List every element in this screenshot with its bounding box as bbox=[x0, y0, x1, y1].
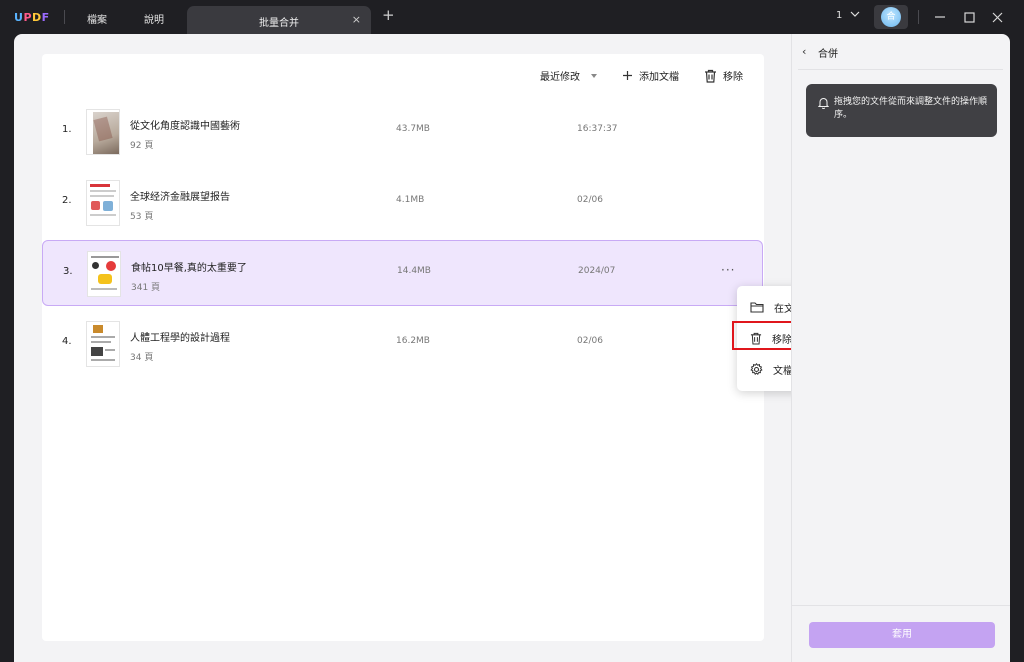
trash-icon bbox=[705, 69, 716, 83]
row-index: 1. bbox=[62, 124, 72, 135]
minimize-icon[interactable] bbox=[934, 12, 946, 22]
add-file-button[interactable]: 添加文檔 bbox=[622, 68, 679, 83]
remove-button[interactable]: 移除 bbox=[704, 68, 743, 83]
file-title: 食帖10早餐,真的太重要了 bbox=[131, 263, 247, 274]
close-icon[interactable] bbox=[992, 12, 1003, 23]
side-header: ‹ 合併 bbox=[798, 34, 1003, 70]
page-count-dropdown[interactable]: 1 bbox=[836, 10, 860, 21]
window-edge bbox=[1010, 34, 1024, 662]
account-button[interactable]: 合 bbox=[874, 5, 908, 29]
merge-side-panel: ‹ 合併 拖拽您的文件從而來調整文件的操作順序。 套用 bbox=[791, 34, 1011, 662]
file-row[interactable]: 2. 全球经济金融展望报告 53 頁 4.1MB 02/06 bbox=[42, 170, 763, 236]
sort-label: 最近修改 bbox=[540, 72, 580, 83]
plus-icon bbox=[623, 71, 632, 80]
tip-text: 拖拽您的文件從而來調整文件的操作順序。 bbox=[834, 97, 988, 120]
page-count-value: 1 bbox=[836, 10, 843, 21]
apply-button[interactable]: 套用 bbox=[809, 622, 995, 648]
divider bbox=[792, 605, 1011, 606]
side-title: 合併 bbox=[818, 49, 838, 60]
tab-label: 批量合并 bbox=[259, 18, 299, 29]
title-bar: UPDF 檔案 說明 批量合并 × + 1 合 bbox=[0, 0, 1024, 34]
file-date: 2024/07 bbox=[578, 266, 616, 276]
row-index: 2. bbox=[62, 195, 72, 206]
add-file-label: 添加文檔 bbox=[639, 72, 679, 83]
main-area: 最近修改 添加文檔 移除 1. 從文化角度認識中國藝術 92 頁 43.7MB … bbox=[14, 34, 791, 662]
file-date: 02/06 bbox=[577, 195, 603, 205]
tab-batch-merge[interactable]: 批量合并 × bbox=[187, 6, 371, 34]
file-pages: 92 頁 bbox=[130, 141, 154, 151]
file-size: 16.2MB bbox=[396, 336, 430, 346]
back-icon[interactable]: ‹ bbox=[802, 45, 806, 58]
file-title: 人體工程學的設計過程 bbox=[130, 333, 230, 344]
file-size: 14.4MB bbox=[397, 266, 431, 276]
file-title: 從文化角度認識中國藝術 bbox=[130, 121, 240, 132]
file-size: 43.7MB bbox=[396, 124, 430, 134]
avatar: 合 bbox=[881, 7, 901, 27]
file-date: 02/06 bbox=[577, 336, 603, 346]
file-title: 全球经济金融展望报告 bbox=[130, 192, 230, 203]
file-thumbnail bbox=[86, 321, 120, 367]
chevron-down-icon bbox=[850, 11, 859, 17]
tab-close-icon[interactable]: × bbox=[352, 13, 361, 26]
file-pages: 341 頁 bbox=[131, 283, 161, 293]
divider bbox=[918, 10, 919, 24]
file-size: 4.1MB bbox=[396, 195, 425, 205]
updf-logo: UPDF bbox=[14, 11, 50, 24]
file-thumbnail bbox=[86, 109, 120, 155]
more-options-icon[interactable]: ··· bbox=[721, 263, 735, 277]
file-pages: 34 頁 bbox=[130, 353, 154, 363]
bell-icon bbox=[818, 98, 829, 109]
file-row-selected[interactable]: 3. 食帖10早餐,真的太重要了 341 頁 14.4MB 2024/07 ··… bbox=[42, 240, 763, 306]
tip-box: 拖拽您的文件從而來調整文件的操作順序。 bbox=[806, 84, 997, 137]
caret-down-icon bbox=[591, 73, 597, 78]
row-index: 3. bbox=[63, 266, 73, 277]
divider bbox=[64, 10, 65, 24]
maximize-icon[interactable] bbox=[964, 12, 975, 23]
menu-help[interactable]: 說明 bbox=[144, 11, 164, 26]
row-index: 4. bbox=[62, 336, 72, 347]
file-thumbnail bbox=[87, 251, 121, 297]
file-date: 16:37:37 bbox=[577, 124, 618, 134]
add-tab-button[interactable]: + bbox=[382, 8, 395, 23]
file-thumbnail bbox=[86, 180, 120, 226]
folder-icon bbox=[750, 302, 764, 313]
menu-file[interactable]: 檔案 bbox=[87, 11, 107, 26]
gear-icon bbox=[750, 362, 763, 375]
file-row[interactable]: 1. 從文化角度認識中國藝術 92 頁 43.7MB 16:37:37 bbox=[42, 99, 763, 165]
file-row[interactable]: 4. 人體工程學的設計過程 34 頁 16.2MB 02/06 bbox=[42, 311, 763, 377]
file-pages: 53 頁 bbox=[130, 212, 154, 222]
sort-dropdown[interactable]: 最近修改 bbox=[540, 68, 598, 83]
remove-label: 移除 bbox=[723, 72, 743, 83]
